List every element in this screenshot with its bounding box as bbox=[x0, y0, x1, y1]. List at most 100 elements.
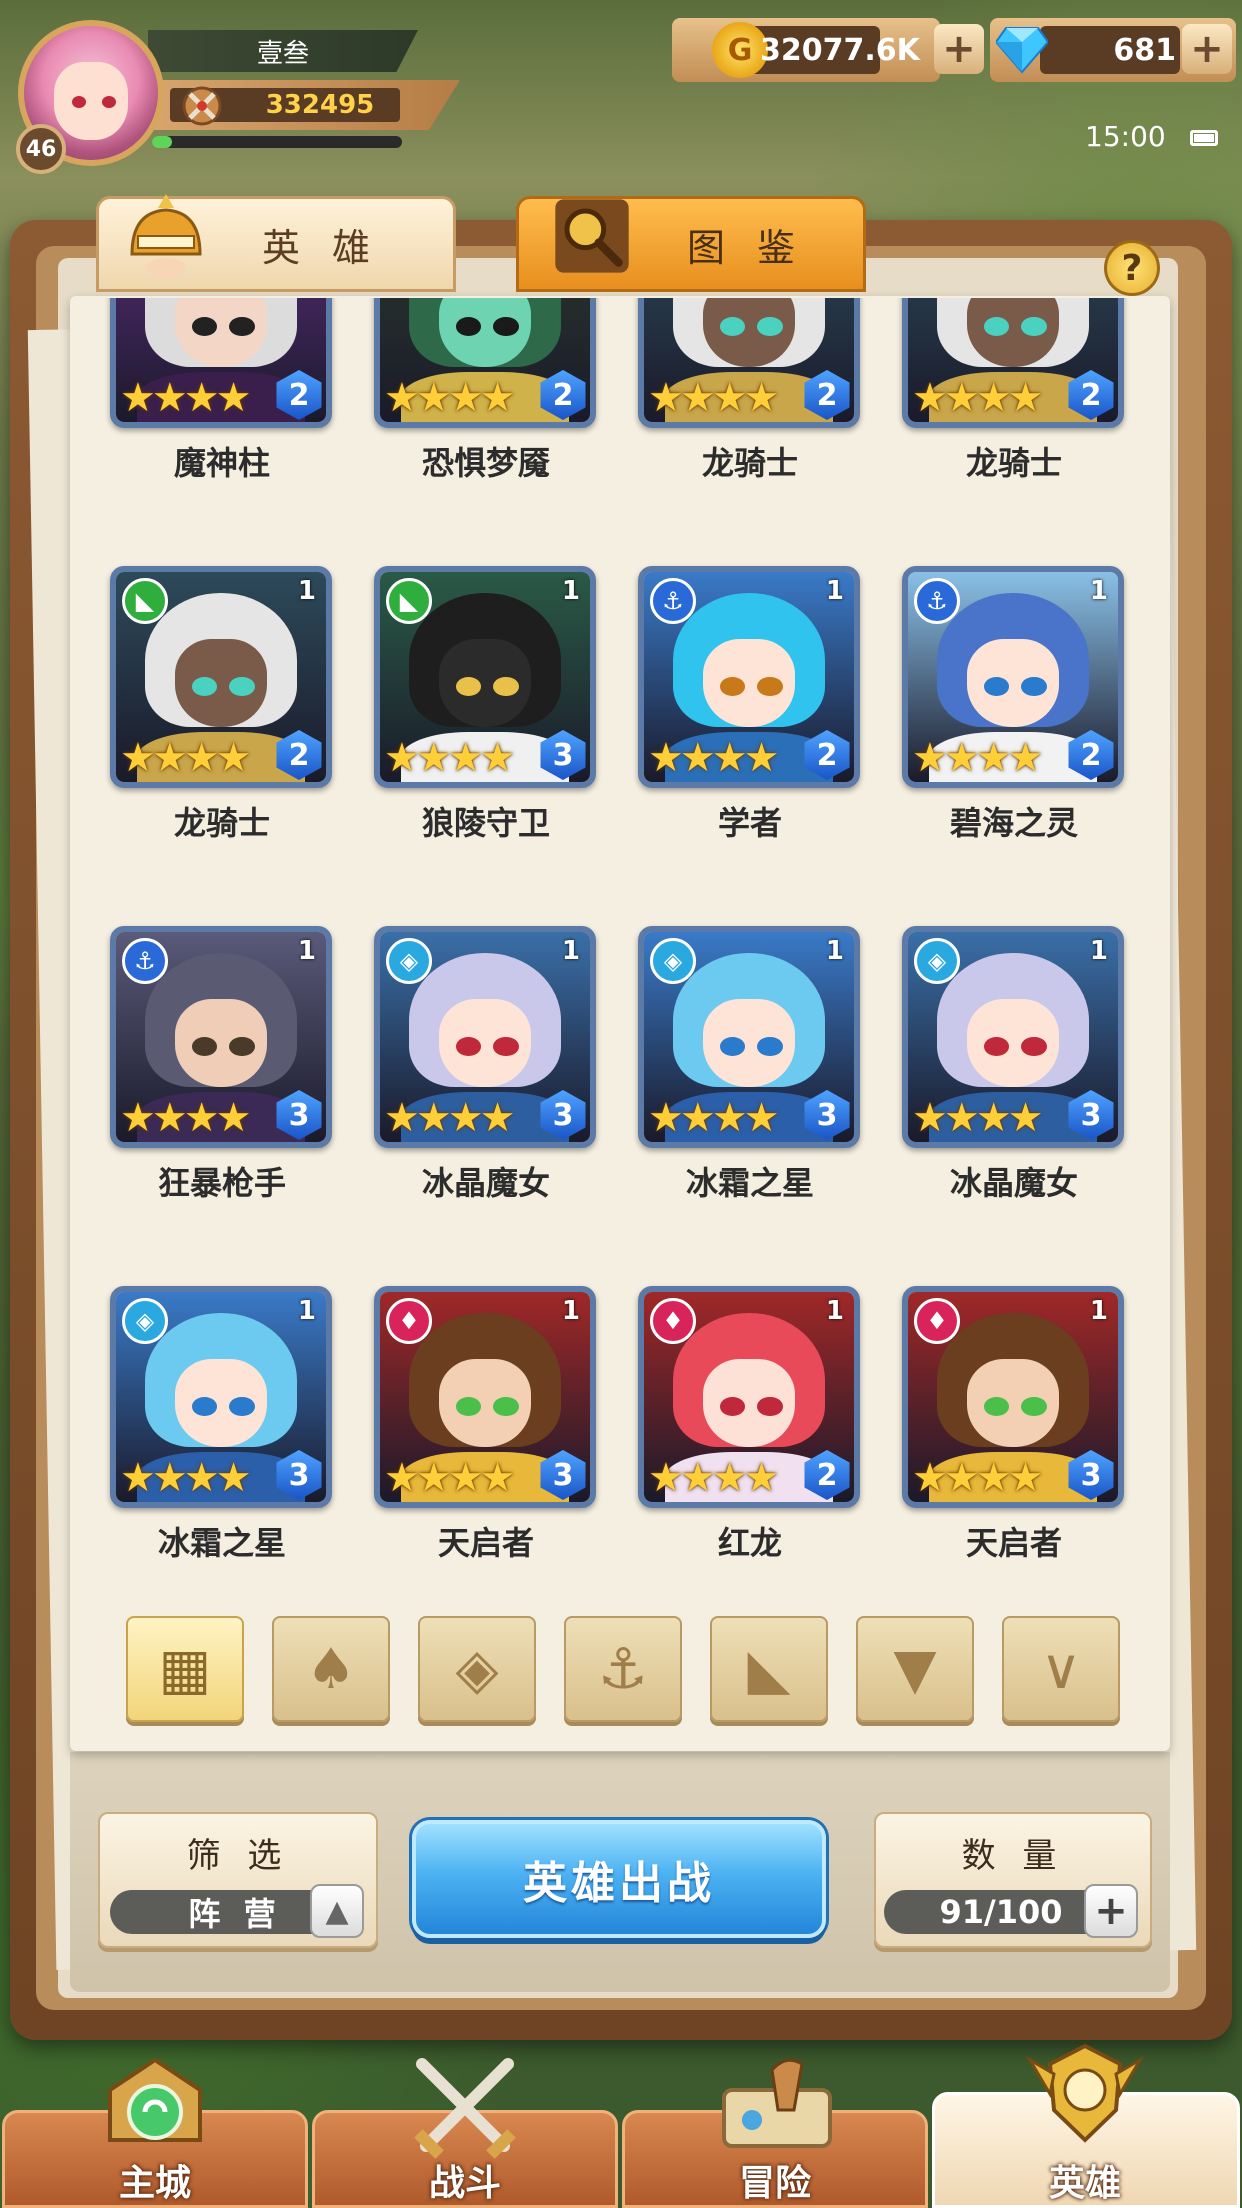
star-icon: ★ bbox=[711, 735, 748, 781]
hero-tier: 1 bbox=[1089, 936, 1108, 966]
light-faction-filter-button[interactable]: ∨ bbox=[1002, 1616, 1120, 1722]
hero-name: 龙骑士 bbox=[965, 444, 1062, 482]
star-icon: ★ bbox=[743, 735, 780, 781]
hero-name: 冰晶魔女 bbox=[421, 1164, 550, 1202]
hero-eye-right bbox=[1021, 1397, 1047, 1416]
hero-card[interactable]: ◈ 1 ★ ★ ★ ★ 3 冰霜之星 bbox=[638, 926, 862, 1270]
ice-faction-filter-button[interactable]: ◈ bbox=[418, 1616, 536, 1722]
star-icon: ★ bbox=[215, 735, 252, 781]
anchor-faction-filter-button[interactable]: ⚓ bbox=[564, 1616, 682, 1722]
add-gems-button[interactable]: + bbox=[1182, 24, 1232, 74]
hero-eye-right bbox=[1021, 317, 1047, 336]
star-icon: ★ bbox=[415, 375, 452, 421]
star-icon: ★ bbox=[912, 1455, 948, 1501]
hero-card[interactable]: ✦★★★★2 魔神柱 bbox=[110, 298, 334, 550]
hero-eye-right bbox=[229, 317, 255, 336]
hero-eye-right bbox=[757, 1037, 783, 1056]
hero-card[interactable]: ◣ 1 ★ ★ ★ ★ 3 狼陵守卫 bbox=[374, 566, 598, 910]
star-icon: ★ bbox=[151, 1095, 188, 1141]
hero-portrait-frame: ◈ 1 ★ ★ ★ ★ 3 bbox=[638, 926, 860, 1148]
expand-capacity-button[interactable]: + bbox=[1084, 1884, 1138, 1938]
star-icon: ★ bbox=[975, 1455, 1012, 1501]
filter-toggle-button[interactable]: ▲ bbox=[310, 1884, 364, 1938]
hero-eye-right bbox=[229, 1037, 255, 1056]
star-icon: ★ bbox=[743, 375, 780, 421]
star-icon: ★ bbox=[711, 1095, 748, 1141]
ice-faction-icon: ◈ bbox=[455, 1636, 499, 1702]
beast-faction-filter-button[interactable]: ◣ bbox=[710, 1616, 828, 1722]
hero-card[interactable]: ◈ 1 ★ ★ ★ ★ 3 冰霜之星 bbox=[110, 1286, 334, 1598]
hero-tier: 1 bbox=[297, 576, 316, 606]
fire-faction-filter-button[interactable]: ♠ bbox=[272, 1616, 390, 1722]
faction-badge-icon: ♦ bbox=[914, 1298, 960, 1344]
hero-card[interactable]: ✦★★★★2 恐惧梦魇 bbox=[374, 298, 598, 550]
star-icon: ★ bbox=[183, 1455, 220, 1501]
star-icon: ★ bbox=[975, 375, 1012, 421]
star-icon: ★ bbox=[447, 1095, 484, 1141]
star-icon: ★ bbox=[215, 375, 252, 421]
player-name: 壹叁 bbox=[148, 30, 418, 72]
hero-card[interactable]: ⚓ 1 ★ ★ ★ ★ 3 狂暴枪手 bbox=[110, 926, 334, 1270]
star-icon: ★ bbox=[120, 1455, 156, 1501]
star-icon: ★ bbox=[975, 735, 1012, 781]
star-icon: ★ bbox=[648, 375, 684, 421]
hero-tier: 1 bbox=[1089, 1296, 1108, 1326]
star-icon: ★ bbox=[415, 735, 452, 781]
star-icon: ★ bbox=[743, 1095, 780, 1141]
hero-tier: 1 bbox=[825, 576, 844, 606]
xp-bar-fill bbox=[152, 136, 172, 148]
faction-badge-icon: ◈ bbox=[914, 938, 960, 984]
all-grid-filter-button[interactable]: ▦ bbox=[126, 1616, 244, 1722]
hero-card[interactable]: ♦ 1 ★ ★ ★ ★ 3 天启者 bbox=[902, 1286, 1126, 1598]
hero-stars: ★ ★ ★ ★ bbox=[120, 1455, 251, 1501]
hero-card[interactable]: ◣★★★★2 龙骑士 bbox=[902, 298, 1126, 550]
hero-stars: ★ ★ ★ ★ bbox=[384, 735, 515, 781]
hero-card[interactable]: ♦ 1 ★ ★ ★ ★ 3 天启者 bbox=[374, 1286, 598, 1598]
nav-adventure-label: 冒险 bbox=[738, 2163, 811, 2204]
gold-amount: 32077.6K bbox=[760, 32, 920, 68]
faction-badge-icon: ⚓ bbox=[650, 578, 696, 624]
star-icon: ★ bbox=[975, 1095, 1012, 1141]
hero-stars: ★ ★ ★ ★ bbox=[384, 375, 515, 421]
hero-eye-right bbox=[493, 317, 519, 336]
crossed-swords-icon bbox=[414, 2058, 516, 2159]
star-icon: ★ bbox=[479, 375, 516, 421]
star-icon: ★ bbox=[912, 375, 948, 421]
help-button[interactable]: ? bbox=[1104, 240, 1160, 296]
hero-eye-right bbox=[757, 1397, 783, 1416]
hero-card[interactable]: ◈ 1 ★ ★ ★ ★ 3 冰晶魔女 bbox=[374, 926, 598, 1270]
hero-tier: 1 bbox=[297, 1296, 316, 1326]
star-icon: ★ bbox=[183, 375, 220, 421]
hero-card[interactable]: ⚓ 1 ★ ★ ★ ★ 2 学者 bbox=[638, 566, 862, 910]
hero-stars: ★ ★ ★ ★ bbox=[120, 375, 251, 421]
hero-card[interactable]: ◈ 1 ★ ★ ★ ★ 3 冰晶魔女 bbox=[902, 926, 1126, 1270]
hero-grid: ✦★★★★2 魔神柱 ✦★★★★2 恐惧梦魇 ◣★★★★2 龙骑士 ◣★★★★2 龙骑士 ◣ 1 ★… bbox=[110, 298, 1126, 1598]
hero-eye-left bbox=[983, 1037, 1009, 1056]
hero-grid-viewport[interactable]: ✦★★★★2 魔神柱 ✦★★★★2 恐惧梦魇 ◣★★★★2 龙骑士 ◣★★★★2 龙骑士 ◣ 1 ★… bbox=[70, 298, 1170, 1598]
hero-eye-right bbox=[493, 1037, 519, 1056]
hero-card[interactable]: ♦ 1 ★ ★ ★ ★ 2 红龙 bbox=[638, 1286, 862, 1598]
hero-portrait-frame: ◣ 1 ★ ★ ★ ★ 3 bbox=[374, 566, 596, 788]
hero-count: 91/100 bbox=[884, 1890, 1118, 1934]
hero-eye-right bbox=[493, 677, 519, 696]
battery-level bbox=[1194, 134, 1214, 142]
hero-eye-right bbox=[229, 677, 255, 696]
add-gold-button[interactable]: + bbox=[934, 24, 984, 74]
avatar-eye-right bbox=[102, 96, 116, 108]
hero-card[interactable]: ◣ 1 ★ ★ ★ ★ 2 龙骑士 bbox=[110, 566, 334, 910]
hero-portrait-frame: ◣ 1 ★ ★ ★ ★ 2 bbox=[110, 566, 332, 788]
star-icon: ★ bbox=[447, 375, 484, 421]
hero-tier: 1 bbox=[297, 936, 316, 966]
hero-card[interactable]: ◣★★★★2 龙骑士 bbox=[638, 298, 862, 550]
demon-faction-filter-button[interactable]: ▼ bbox=[856, 1616, 974, 1722]
star-icon: ★ bbox=[1007, 735, 1044, 781]
knight-helmet-icon bbox=[130, 194, 202, 278]
deploy-heroes-button[interactable]: 英雄出战 bbox=[412, 1820, 826, 1938]
hero-eye-left bbox=[455, 677, 481, 696]
star-icon: ★ bbox=[711, 375, 748, 421]
hero-stars: ★ ★ ★ ★ bbox=[648, 735, 779, 781]
hero-card[interactable]: ⚓ 1 ★ ★ ★ ★ 2 碧海之灵 bbox=[902, 566, 1126, 910]
faction-badge-icon: ◈ bbox=[386, 938, 432, 984]
hero-portrait-frame: ⚓ 1 ★ ★ ★ ★ 2 bbox=[902, 566, 1124, 788]
hero-name: 天启者 bbox=[437, 1524, 534, 1562]
